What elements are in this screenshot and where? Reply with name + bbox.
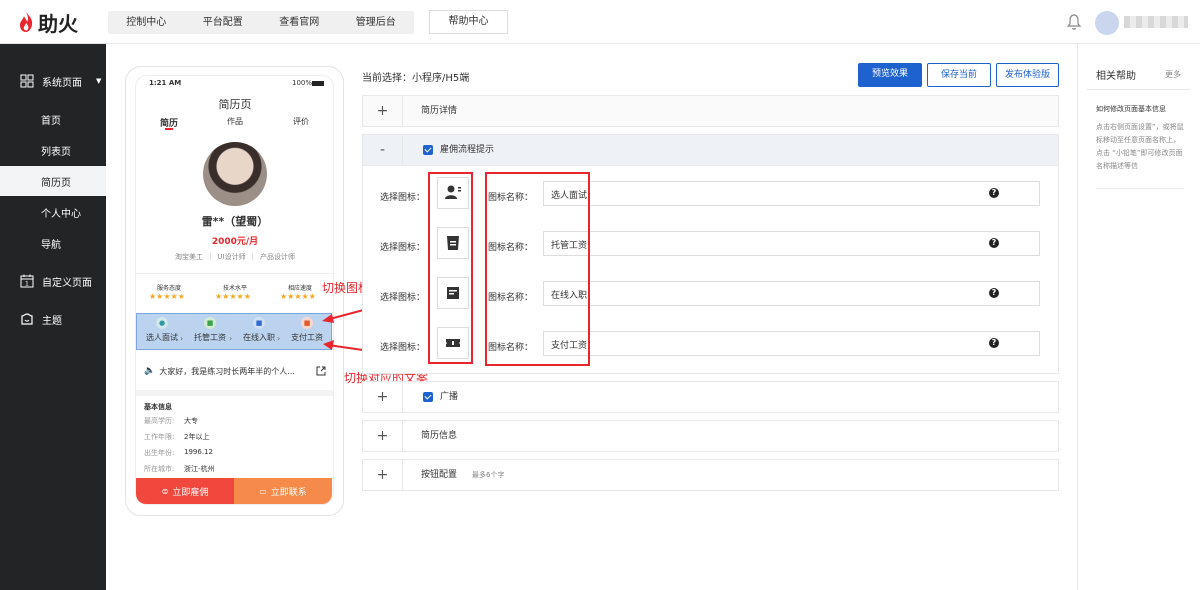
section-resume-info[interactable]: + 简历信息 [362, 420, 1059, 452]
select-icon-label: 选择图标： [380, 293, 426, 303]
divider [1096, 188, 1184, 189]
collapse-icon[interactable]: - [363, 135, 403, 165]
expand-icon[interactable]: + [363, 421, 403, 451]
section-title: 广播 [440, 392, 459, 402]
section-hire-process[interactable]: - 雇佣流程提示 [362, 134, 1059, 166]
section-broadcast[interactable]: + 广播 [362, 381, 1059, 413]
section-button-config[interactable]: + 按钮配置 最多6个字 [362, 459, 1059, 491]
expand-icon[interactable]: + [363, 382, 403, 412]
section-title: 简历信息 [421, 431, 458, 441]
expand-icon[interactable]: + [363, 460, 403, 490]
help-icon[interactable]: ? [989, 288, 999, 298]
icon-name-input-2[interactable]: 托管工资 [543, 231, 1040, 256]
section-hint: 最多6个字 [472, 471, 505, 479]
help-icon[interactable]: ? [989, 338, 999, 348]
help-item-title[interactable]: 如何修改页面基本信息 [1096, 104, 1180, 114]
icon-name-input-4[interactable]: 支付工资 [543, 331, 1040, 356]
section-title: 按钮配置 [421, 470, 458, 480]
publish-button[interactable]: 发布体验版 [996, 63, 1059, 87]
icon-name-input-1[interactable]: 选人面试 [543, 181, 1040, 206]
divider [1086, 89, 1190, 90]
section-resume-detail[interactable]: + 简历详情 [362, 95, 1059, 127]
annotation-box-icons [428, 172, 473, 364]
help-item-body: 点击右侧页面设置”，或将鼠标移动至任意页面名称上，点击 “小铅笔”即可修改页面名… [1096, 123, 1184, 170]
help-icon[interactable]: ? [989, 238, 999, 248]
help-more-link[interactable]: 更多 [1165, 69, 1181, 80]
section-title: 雇佣流程提示 [440, 145, 495, 155]
save-button[interactable]: 保存当前 [927, 63, 991, 87]
expand-icon[interactable]: + [363, 96, 403, 126]
broadcast-checkbox[interactable] [423, 392, 433, 402]
help-title: 相关帮助 [1096, 71, 1136, 82]
preview-button[interactable]: 预览效果 [858, 63, 922, 87]
hire-process-checkbox[interactable] [423, 145, 433, 155]
current-selection: 当前选择：小程序/H5端 [362, 73, 470, 84]
select-icon-label: 选择图标： [380, 343, 426, 353]
select-icon-label: 选择图标： [380, 193, 426, 203]
icon-name-input-3[interactable]: 在线入职 [543, 281, 1040, 306]
annotation-box-names [485, 172, 590, 366]
help-icon[interactable]: ? [989, 188, 999, 198]
select-icon-label: 选择图标： [380, 243, 426, 253]
section-title: 简历详情 [421, 106, 458, 116]
